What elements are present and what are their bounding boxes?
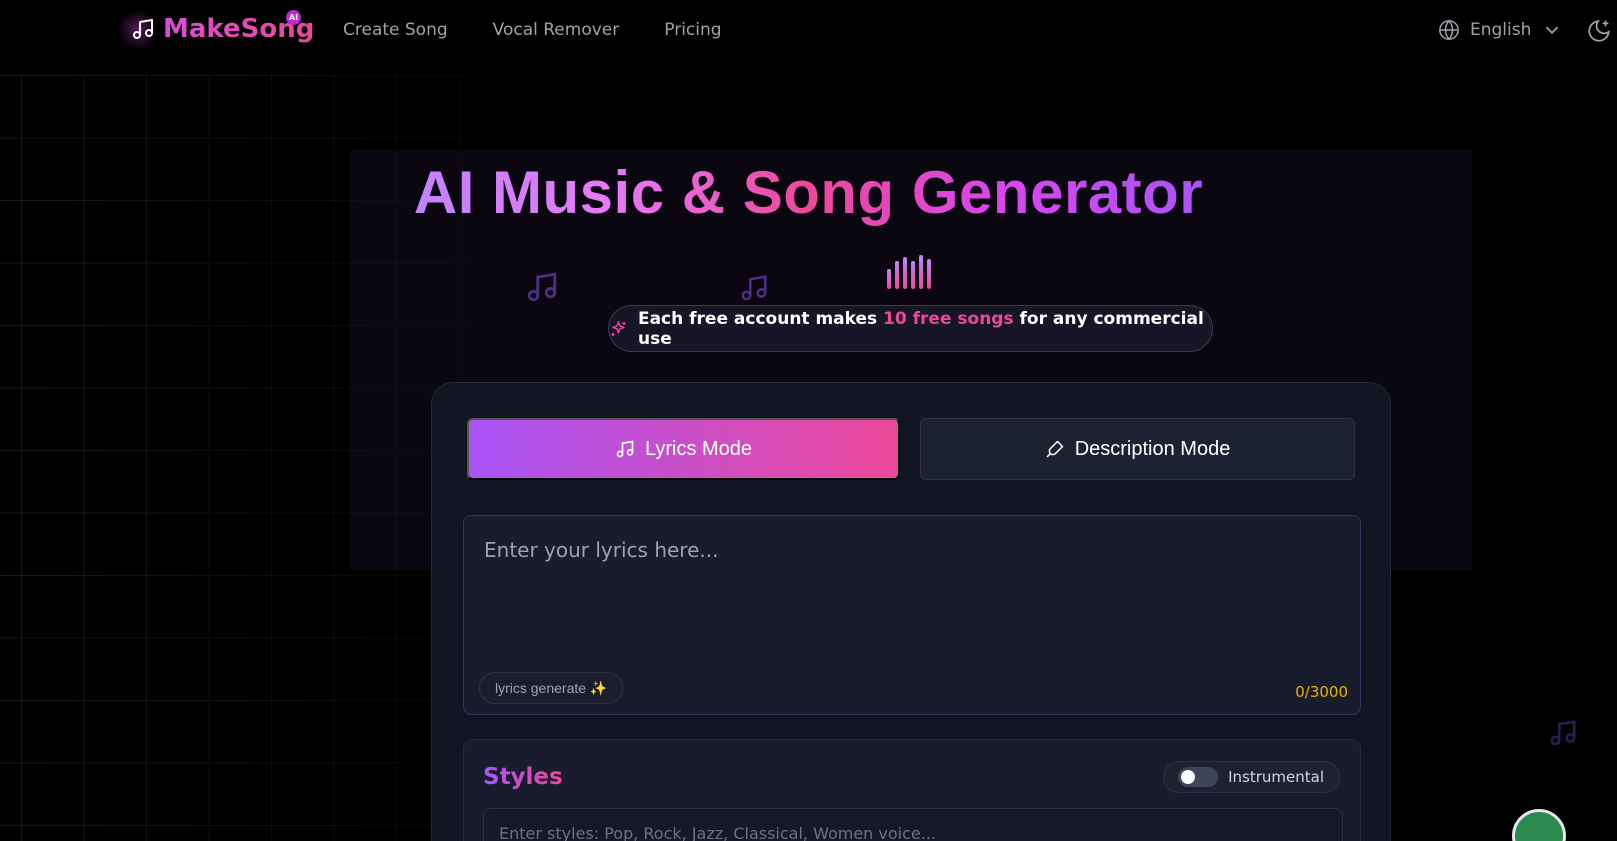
lyrics-field: lyrics generate ✨ 0/3000 [463,515,1361,715]
promo-text: Each free account makes 10 free songs fo… [637,308,1204,349]
styles-title: Styles [483,764,563,790]
language-selector[interactable]: English [1438,19,1563,41]
nav-create-song[interactable]: Create Song [343,20,448,40]
moon-icon[interactable] [1585,18,1613,44]
top-nav-bar: MakeSong AI Create Song Vocal Remover Pr… [0,0,1617,62]
styles-input[interactable] [483,808,1343,841]
audio-wave-icon [887,255,931,289]
page-title: AI Music & Song Generator [413,159,1204,226]
instrumental-toggle[interactable]: Instrumental [1163,761,1340,793]
instrumental-label: Instrumental [1228,768,1324,786]
song-generator-card: Lyrics Mode Description Mode lyrics gene… [431,382,1391,841]
free-songs-banner: Each free account makes 10 free songs fo… [608,305,1213,352]
music-note-icon [133,19,153,39]
styles-section: Styles Instrumental [463,739,1361,841]
chat-widget-button[interactable] [1512,809,1566,841]
main-nav: Create Song Vocal Remover Pricing [343,20,722,40]
description-mode-label: Description Mode [1074,437,1231,460]
nav-vocal-remover[interactable]: Vocal Remover [493,20,620,40]
music-note-icon [741,275,767,301]
description-mode-button[interactable]: Description Mode [920,418,1355,480]
lyrics-mode-button[interactable]: Lyrics Mode [467,418,900,480]
character-counter: 0/3000 [1295,683,1348,701]
ai-badge: AI [286,10,301,25]
lyrics-input[interactable] [464,516,1360,666]
microphone-icon [1046,440,1063,458]
music-note-icon [527,272,557,302]
lyrics-mode-label: Lyrics Mode [644,437,753,460]
globe-icon [1439,19,1459,41]
toggle-switch[interactable] [1178,767,1219,787]
sparkle-icon [611,320,626,336]
language-label: English [1470,20,1532,40]
music-note-icon [1550,720,1576,746]
lyrics-generate-button[interactable]: lyrics generate ✨ [479,672,624,704]
music-note-icon [616,440,634,458]
chevron-down-icon [1546,26,1559,35]
nav-pricing[interactable]: Pricing [664,20,721,40]
